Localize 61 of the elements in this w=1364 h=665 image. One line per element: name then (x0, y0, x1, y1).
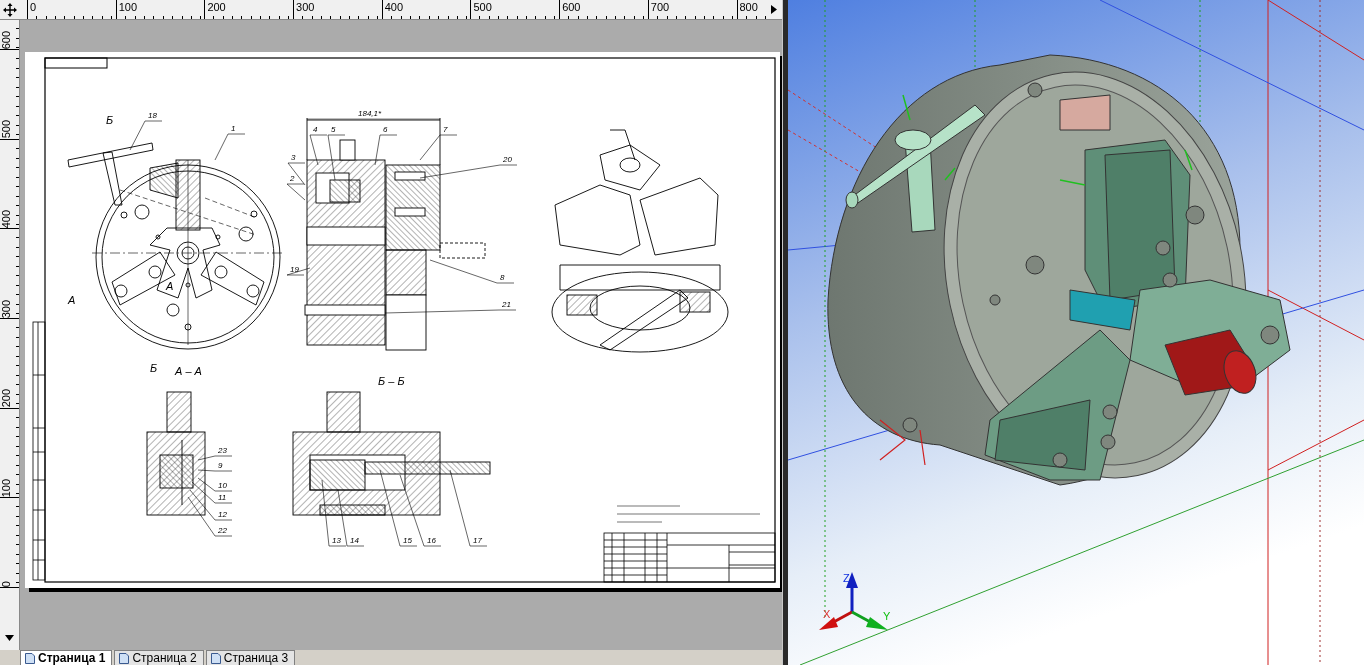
callout-number: 9 (218, 461, 223, 470)
ruler-label: 200 (0, 388, 13, 408)
callout-number: 17 (473, 536, 482, 545)
axis-triad-drawing (819, 572, 888, 630)
ruler-label: 400 (383, 0, 404, 13)
ruler-label: 0 (29, 0, 37, 13)
callout-number: 3 (291, 153, 296, 162)
dimension-label: 184,1* (358, 109, 382, 118)
callout-number: 1 (231, 124, 236, 133)
ruler-label: 400 (0, 209, 13, 229)
ruler-label: 600 (0, 29, 13, 49)
callout-number: 13 (332, 536, 341, 545)
callout-number: 2 (290, 174, 295, 183)
section-mark: А (68, 294, 76, 306)
axis-label: Z (843, 572, 850, 584)
callout-number: 21 (502, 300, 511, 309)
axis-label: Y (883, 610, 891, 622)
ruler-label: 600 (561, 0, 581, 13)
section-title: А – А (175, 365, 202, 377)
callout-number: 11 (218, 493, 227, 502)
axis-label: X (823, 608, 831, 620)
callout-number: 10 (218, 481, 227, 490)
ruler-label: 100 (117, 0, 138, 13)
ruler-label: 300 (0, 298, 13, 319)
callout-number: 6 (383, 125, 388, 134)
scroll-down-icon[interactable] (5, 635, 14, 641)
page-icon (25, 652, 35, 664)
callout-number: 15 (403, 536, 412, 545)
ruler-label: 300 (295, 0, 315, 13)
page-tab[interactable]: Страница 2 (114, 650, 204, 665)
move-icon[interactable] (3, 2, 17, 17)
scroll-right-icon[interactable] (771, 5, 777, 14)
callout-number: 19 (290, 265, 299, 274)
ruler-label: 200 (206, 0, 226, 13)
callout-number: 14 (350, 536, 359, 545)
section-mark: А (166, 280, 174, 292)
corner-stamp-box (44, 57, 108, 69)
ruler-label: 500 (472, 0, 492, 13)
ruler-label: 100 (0, 478, 13, 498)
page-icon (119, 652, 130, 664)
callout-number: 20 (503, 155, 512, 164)
ruler-label: 800 (738, 0, 758, 13)
callout-number: 8 (500, 273, 505, 282)
callout-number: 23 (218, 446, 227, 455)
callout-number: 16 (427, 536, 436, 545)
ruler-label: 0 (0, 580, 13, 588)
callout-number: 18 (148, 111, 157, 120)
callout-number: 22 (218, 526, 227, 535)
callout-number: 12 (218, 510, 227, 519)
page-tab[interactable]: Страница 3 (205, 650, 296, 665)
section-title: Б – Б (378, 375, 405, 387)
callout-number: 7 (443, 125, 448, 134)
ruler-label: 700 (649, 0, 670, 13)
page-tab[interactable]: Страница 1 (20, 650, 113, 665)
page-icon (210, 652, 221, 664)
ruler-label: 500 (0, 119, 13, 139)
section-mark: Б (150, 362, 158, 374)
callout-number: 4 (313, 125, 318, 134)
section-mark: Б (106, 114, 114, 126)
callout-number: 5 (331, 125, 336, 134)
splitter-bar[interactable] (782, 0, 788, 665)
